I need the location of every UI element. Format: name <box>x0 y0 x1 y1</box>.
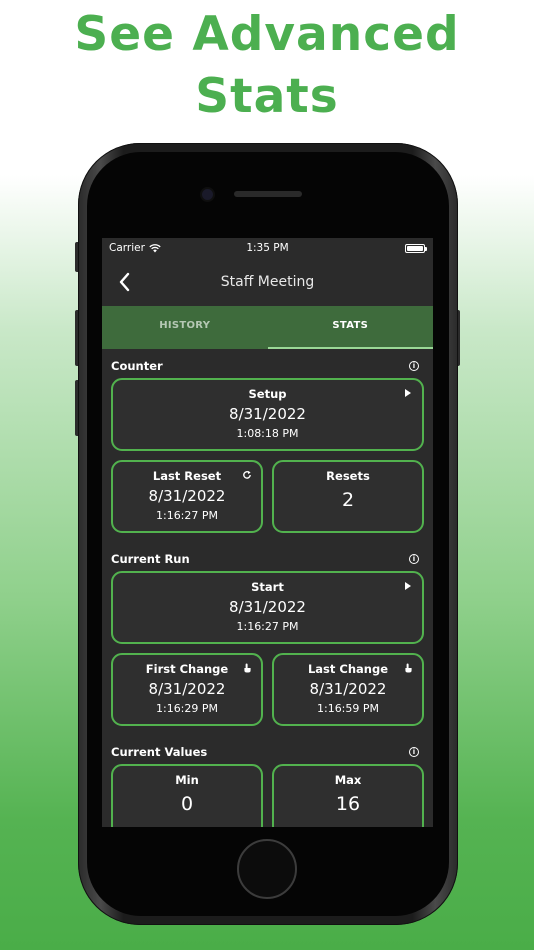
card-label: First Change <box>145 662 229 676</box>
card-label: Min <box>175 773 199 787</box>
card-value: 0 <box>180 793 194 815</box>
section-title-current-values: Current Values <box>111 745 208 759</box>
tab-history[interactable]: HISTORY <box>102 306 268 349</box>
card-label: Last Reset <box>152 469 222 483</box>
headline-line-1: See Advanced <box>74 7 460 62</box>
home-button[interactable] <box>237 839 297 899</box>
headline: See Advanced Stats <box>0 4 534 128</box>
card-label: Last Change <box>307 662 389 676</box>
card-time: 1:16:27 PM <box>236 620 299 633</box>
card-time: 1:16:59 PM <box>316 702 380 715</box>
card-time: 1:08:18 PM <box>236 427 299 440</box>
card-last-reset[interactable]: Last Reset 8/31/2022 1:16:27 PM <box>111 460 263 533</box>
card-value: 16 <box>335 793 361 815</box>
app-screen: Carrier 1:35 PM Staff Meeting HISTORY ST… <box>102 238 433 827</box>
refresh-icon <box>243 470 251 479</box>
card-date: 8/31/2022 <box>229 405 306 423</box>
card-first-change[interactable]: First Change 8/31/2022 1:16:29 PM <box>111 653 263 726</box>
status-bar: Carrier 1:35 PM <box>102 238 433 260</box>
card-date: 8/31/2022 <box>148 680 226 698</box>
info-icon[interactable]: i <box>409 747 419 757</box>
card-time: 1:16:29 PM <box>155 702 219 715</box>
hand-tap-icon <box>405 663 412 673</box>
card-resets[interactable]: Resets 2 <box>272 460 424 533</box>
card-setup[interactable]: Setup 8/31/2022 1:08:18 PM <box>111 378 424 451</box>
card-label: Setup <box>248 387 287 401</box>
card-time: 1:16:27 PM <box>155 509 219 522</box>
card-start[interactable]: Start 8/31/2022 1:16:27 PM <box>111 571 424 644</box>
info-icon[interactable]: i <box>409 554 419 564</box>
front-camera <box>202 189 213 200</box>
info-icon[interactable]: i <box>409 361 419 371</box>
card-label: Resets <box>326 469 370 483</box>
section-title-current-run: Current Run <box>111 552 190 566</box>
card-date: 8/31/2022 <box>148 487 226 505</box>
tab-stats[interactable]: STATS <box>267 306 433 349</box>
status-time: 1:35 PM <box>246 242 289 254</box>
battery-icon <box>405 244 427 253</box>
headline-line-2: Stats <box>195 69 339 124</box>
play-icon <box>405 389 411 397</box>
card-value: 2 <box>341 489 355 511</box>
card-max[interactable]: Max 16 <box>272 764 424 827</box>
tab-bar: HISTORY STATS <box>102 306 433 349</box>
navigation-bar: Staff Meeting <box>102 260 433 306</box>
card-label: Start <box>251 580 284 594</box>
section-title-counter: Counter <box>111 359 163 373</box>
card-last-change[interactable]: Last Change 8/31/2022 1:16:59 PM <box>272 653 424 726</box>
hand-tap-icon <box>244 663 251 673</box>
play-icon <box>405 582 411 590</box>
card-min[interactable]: Min 0 <box>111 764 263 827</box>
card-label: Max <box>334 773 362 787</box>
page-title: Staff Meeting <box>220 274 315 290</box>
card-date: 8/31/2022 <box>229 598 306 616</box>
earpiece-speaker <box>234 191 302 197</box>
card-date: 8/31/2022 <box>309 680 387 698</box>
